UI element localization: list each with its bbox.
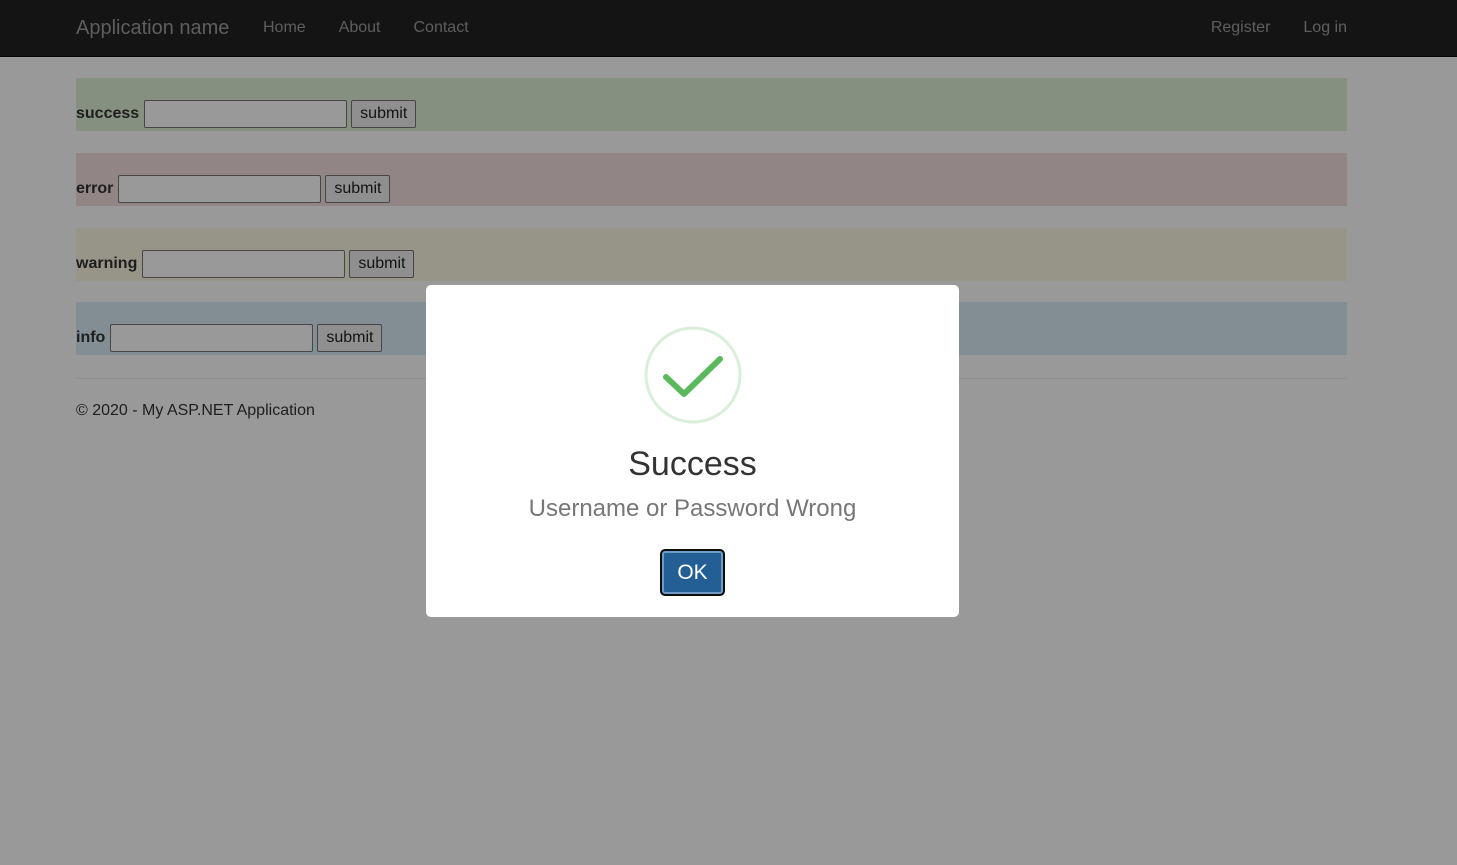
modal-title: Success [628,445,757,483]
modal-message: Username or Password Wrong [528,495,857,522]
success-check-icon [644,326,742,424]
success-modal: Success Username or Password Wrong OK [426,285,959,617]
ok-button[interactable]: OK [660,549,725,596]
